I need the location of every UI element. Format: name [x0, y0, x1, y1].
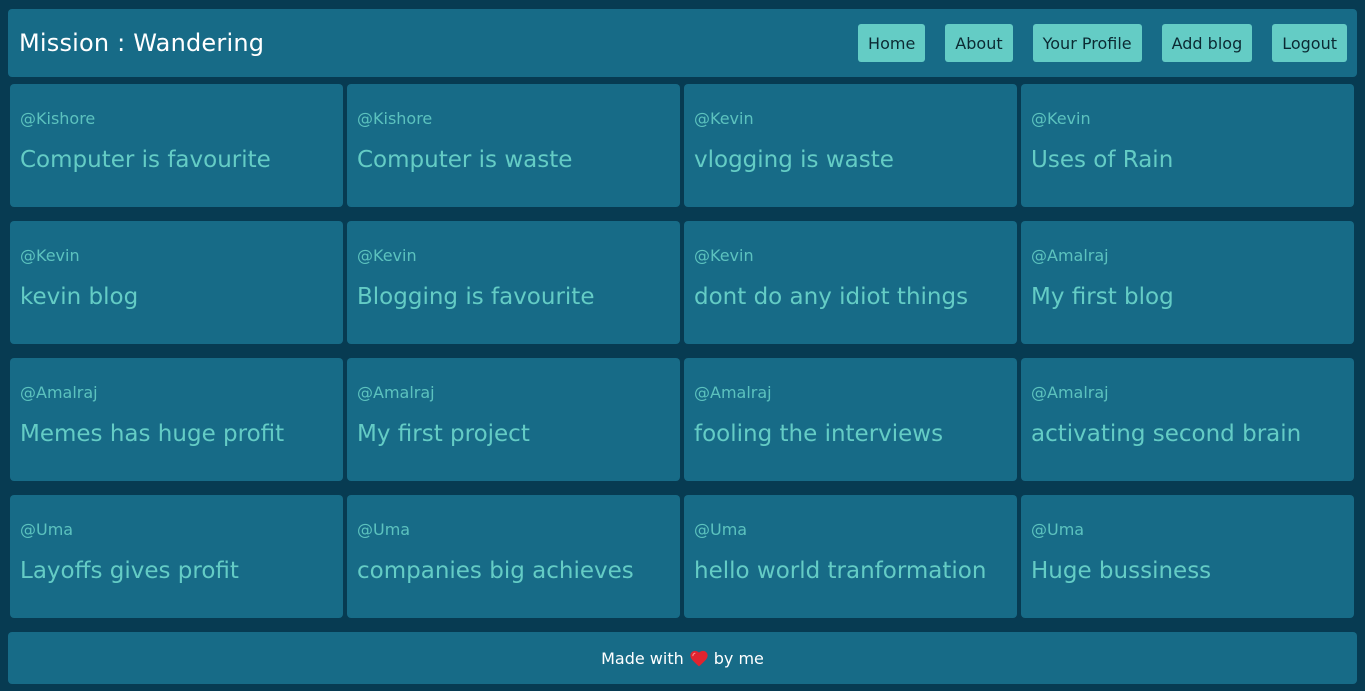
blog-card[interactable]: @Kevin dont do any idiot things [684, 221, 1017, 344]
blog-card[interactable]: @Kishore Computer is waste [347, 84, 680, 207]
blog-author: @Amalraj [20, 383, 98, 402]
blog-author: @Kishore [20, 109, 96, 128]
blog-author: @Uma [20, 520, 74, 539]
blog-author: @Amalraj [1031, 383, 1109, 402]
blog-card[interactable]: @Amalraj My first blog [1021, 221, 1354, 344]
blog-author: @Kevin [20, 246, 80, 265]
brand-title: Mission : Wandering [19, 29, 265, 57]
nav-add-blog-button[interactable]: Add blog [1161, 24, 1253, 62]
blog-title[interactable]: activating second brain [1031, 419, 1344, 449]
blog-author: @Kishore [357, 109, 433, 128]
blog-author: @Amalraj [694, 383, 772, 402]
nav-logout-button[interactable]: Logout [1272, 24, 1347, 62]
blog-title[interactable]: My first blog [1031, 282, 1344, 312]
blog-author: @Kevin [1031, 109, 1091, 128]
nav-links: Home About Your Profile Add blog Logout [858, 24, 1347, 62]
blog-card[interactable]: @Uma Huge bussiness [1021, 495, 1354, 618]
blog-card[interactable]: @Uma Layoffs gives profit [10, 495, 343, 618]
blog-title[interactable]: Huge bussiness [1031, 556, 1344, 586]
blog-author: @Kevin [694, 246, 754, 265]
blog-author: @Uma [1031, 520, 1085, 539]
blog-author: @Amalraj [1031, 246, 1109, 265]
footer: Made with by me [8, 632, 1357, 684]
blog-title[interactable]: fooling the interviews [694, 419, 1007, 449]
blog-card[interactable]: @Amalraj Memes has huge profit [10, 358, 343, 481]
blog-title[interactable]: dont do any idiot things [694, 282, 1007, 312]
blog-title[interactable]: kevin blog [20, 282, 333, 312]
blog-card[interactable]: @Kishore Computer is favourite [10, 84, 343, 207]
blog-card[interactable]: @Kevin Uses of Rain [1021, 84, 1354, 207]
blog-title[interactable]: hello world tranformation [694, 556, 1007, 586]
blog-author: @Uma [694, 520, 748, 539]
blog-author: @Kevin [694, 109, 754, 128]
blog-author: @Kevin [357, 246, 417, 265]
navbar: Mission : Wandering Home About Your Prof… [8, 9, 1357, 77]
heart-icon [690, 650, 708, 666]
blog-card[interactable]: @Amalraj My first project [347, 358, 680, 481]
blog-grid: @Kishore Computer is favourite @Kishore … [10, 84, 1354, 618]
blog-card[interactable]: @Uma companies big achieves [347, 495, 680, 618]
nav-home-button[interactable]: Home [858, 24, 926, 62]
blog-title[interactable]: Uses of Rain [1031, 145, 1344, 175]
blog-title[interactable]: My first project [357, 419, 670, 449]
blog-title[interactable]: Computer is waste [357, 145, 670, 175]
blog-title[interactable]: companies big achieves [357, 556, 670, 586]
blog-card[interactable]: @Kevin Blogging is favourite [347, 221, 680, 344]
blog-title[interactable]: Layoffs gives profit [20, 556, 333, 586]
footer-prefix: Made with [601, 648, 684, 668]
blog-card[interactable]: @Kevin vlogging is waste [684, 84, 1017, 207]
blog-card[interactable]: @Amalraj fooling the interviews [684, 358, 1017, 481]
blog-card[interactable]: @Amalraj activating second brain [1021, 358, 1354, 481]
blog-card[interactable]: @Uma hello world tranformation [684, 495, 1017, 618]
page: Mission : Wandering Home About Your Prof… [0, 0, 1365, 691]
nav-about-button[interactable]: About [945, 24, 1013, 62]
blog-author: @Amalraj [357, 383, 435, 402]
blog-title[interactable]: Computer is favourite [20, 145, 333, 175]
footer-suffix: by me [713, 648, 764, 668]
blog-title[interactable]: vlogging is waste [694, 145, 1007, 175]
blog-card[interactable]: @Kevin kevin blog [10, 221, 343, 344]
nav-your-profile-button[interactable]: Your Profile [1032, 24, 1142, 62]
blog-title[interactable]: Blogging is favourite [357, 282, 670, 312]
blog-title[interactable]: Memes has huge profit [20, 419, 333, 449]
blog-author: @Uma [357, 520, 411, 539]
